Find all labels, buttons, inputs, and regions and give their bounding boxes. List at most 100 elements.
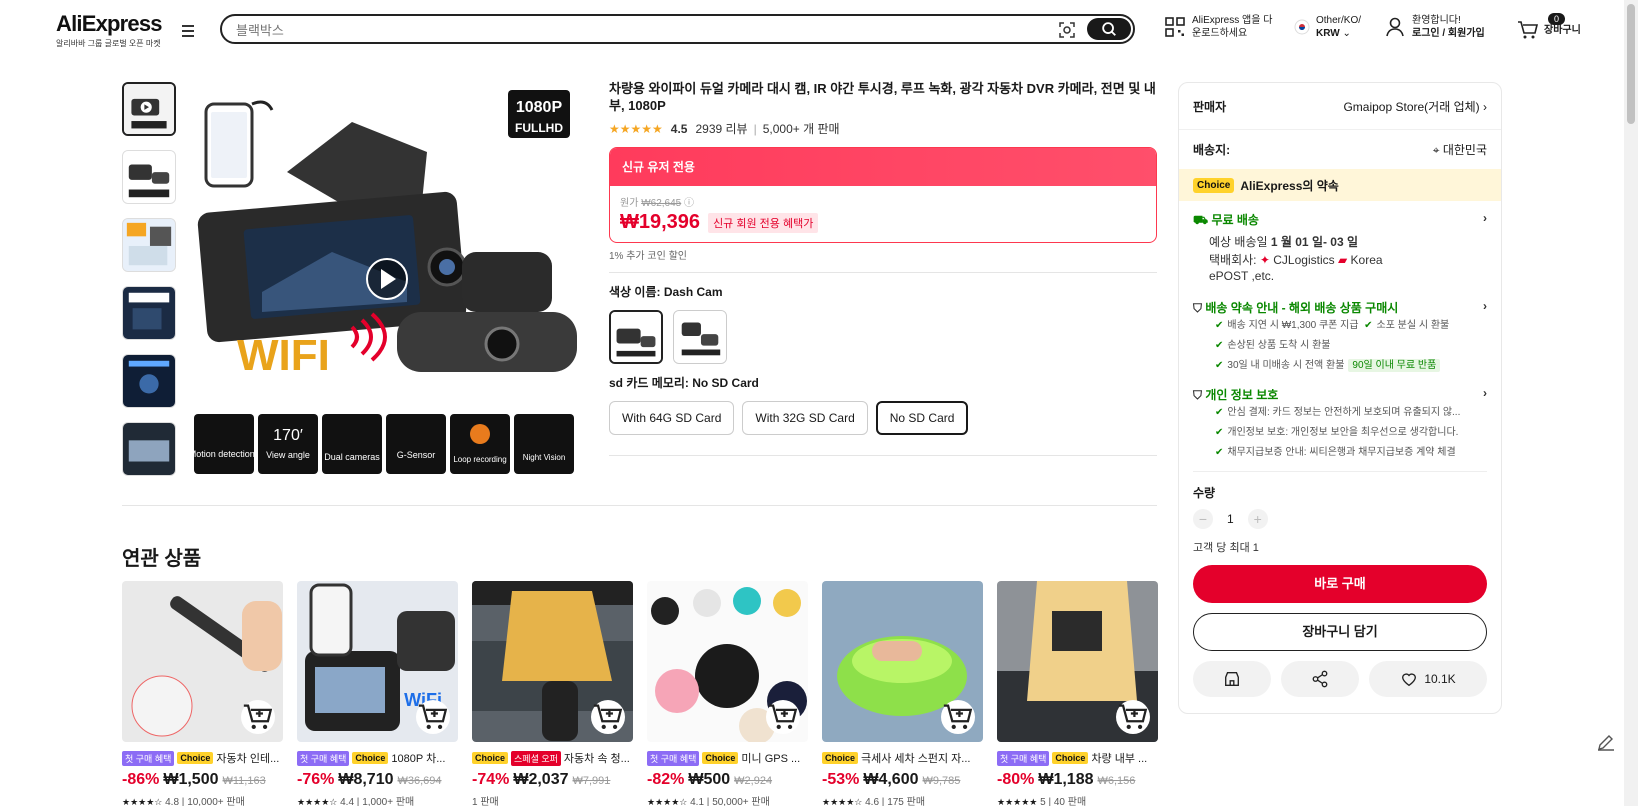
feature-night-vision: Night Vision bbox=[523, 453, 566, 462]
feature-loop-recording: Loop recording bbox=[453, 455, 506, 464]
related-product-name[interactable]: 자동차 인테... bbox=[216, 750, 279, 766]
promo-header: 신규 유저 전용 bbox=[610, 148, 1156, 186]
welcome-text: 환영합니다! bbox=[1412, 15, 1461, 26]
sd-option-none[interactable]: No SD Card bbox=[875, 401, 969, 435]
region-selector[interactable]: Other/KO/KRW ⌄ bbox=[1294, 14, 1361, 40]
sd-option-64g[interactable]: With 64G SD Card bbox=[609, 401, 735, 435]
privacy-item-2: 개인정보 보호: 개인정보 보안을 최우선으로 생각합니다. bbox=[1227, 427, 1459, 438]
store-button[interactable] bbox=[1193, 661, 1271, 697]
related-product-image[interactable] bbox=[822, 581, 983, 742]
ship-to-row[interactable]: 배송지: ⌖ 대한민국 bbox=[1179, 129, 1501, 169]
thumbnail-6[interactable] bbox=[122, 422, 176, 476]
seller-row[interactable]: 판매자 Gmaipop Store(거래 업체) › bbox=[1179, 83, 1501, 129]
original-price-row: 원가 ₩62,645 ⓘ bbox=[620, 194, 1146, 209]
color-option-label: 색상 이름: Dash Cam bbox=[609, 285, 723, 299]
product-tag: 첫 구매 혜택 bbox=[297, 750, 350, 766]
main-product-image[interactable]: 1080P FULLHD WIFI Motion detections 170′… bbox=[192, 82, 588, 478]
share-button[interactable] bbox=[1281, 661, 1359, 697]
product-tag: Choice bbox=[1052, 752, 1089, 764]
related-product-name[interactable]: 자동차 속 청... bbox=[564, 750, 630, 766]
check-icon: ✔ bbox=[1215, 340, 1224, 351]
related-original-price: ₩2,924 bbox=[734, 775, 773, 787]
shield-clock-icon: ⛉ bbox=[1193, 301, 1203, 315]
related-product-card[interactable]: Choice 극세사 세차 스펀지 자... -53% ₩4,600 ₩9,785… bbox=[822, 581, 983, 806]
related-product-price: ₩8,710 bbox=[338, 771, 394, 788]
product-tag: 첫 구매 혜택 bbox=[997, 750, 1050, 766]
aliexpress-logo[interactable]: AliExpress 알리바바 그룹 글로벌 오픈 마켓 bbox=[56, 11, 163, 49]
add-to-cart-button[interactable] bbox=[591, 700, 625, 734]
app-download[interactable]: AliExpress 앱을 다 운로드하세요 bbox=[1164, 14, 1272, 40]
buy-now-button[interactable]: 바로 구매 bbox=[1193, 565, 1487, 603]
feature-view-angle: View angle bbox=[266, 450, 310, 460]
free-shipping-section[interactable]: ⛟ 무료 배송 › 예상 배송일 1 월 01 일- 03 일 택배회사: ✦ C… bbox=[1179, 211, 1501, 285]
review-count[interactable]: 2939 리뷰 bbox=[695, 120, 747, 137]
delivery-promise-section[interactable]: ⛉ 배송 약속 안내 - 해외 배송 상품 구매시 › ✔ 배송 지연 시 ₩1,3… bbox=[1179, 299, 1501, 376]
account-menu[interactable]: 환영합니다! 로그인 / 회원가입 bbox=[1384, 14, 1485, 40]
card-sold: 1 판매 bbox=[472, 797, 499, 806]
rating-row[interactable]: ★★★★★ 4.5 2939 리뷰 | 5,000+ 개 판매 bbox=[609, 120, 1157, 137]
related-product-image[interactable]: WiFi bbox=[297, 581, 458, 742]
add-to-cart-button[interactable] bbox=[241, 700, 275, 734]
thumbnail-4[interactable] bbox=[122, 286, 176, 340]
wishlist-button[interactable]: 10.1K bbox=[1369, 661, 1487, 697]
related-product-image[interactable] bbox=[997, 581, 1158, 742]
qty-increase-button[interactable]: + bbox=[1247, 509, 1268, 529]
choice-promise-text: AliExpress의 약속 bbox=[1240, 178, 1339, 193]
app-line-1: AliExpress 앱을 다 bbox=[1192, 15, 1273, 26]
chevron-right-icon: › bbox=[1483, 211, 1487, 225]
add-to-cart-button[interactable] bbox=[766, 700, 800, 734]
quantity-stepper: − 1 + bbox=[1179, 509, 1501, 529]
sd-option-32g[interactable]: With 32G SD Card bbox=[742, 401, 868, 435]
qty-value[interactable]: 1 bbox=[1227, 512, 1234, 526]
related-original-price: ₩7,991 bbox=[572, 775, 611, 787]
scrollbar-thumb[interactable] bbox=[1627, 4, 1635, 124]
seller-name[interactable]: Gmaipop Store(거래 업체) bbox=[1343, 100, 1479, 114]
feature-angle-value: 170′ bbox=[273, 427, 303, 444]
add-to-cart-button[interactable] bbox=[416, 700, 450, 734]
add-to-cart-button[interactable] bbox=[1116, 700, 1150, 734]
user-icon bbox=[1386, 17, 1404, 37]
info-icon[interactable]: ⓘ bbox=[684, 198, 694, 209]
page-scrollbar[interactable] bbox=[1624, 0, 1638, 806]
privacy-item-1: 안심 결제: 카드 정보는 안전하게 보호되며 유출되지 않... bbox=[1227, 407, 1461, 418]
related-product-card[interactable]: WiFi 첫 구매 혜택 Choice 1080P 차... -76% ₩8,710… bbox=[297, 581, 458, 806]
add-to-cart-button[interactable] bbox=[941, 700, 975, 734]
related-product-name[interactable]: 미니 GPS ... bbox=[741, 750, 800, 766]
qty-decrease-button[interactable]: − bbox=[1193, 509, 1213, 529]
thumbnail-list bbox=[122, 82, 180, 478]
swatch-dash-cam[interactable] bbox=[609, 310, 663, 364]
thumbnail-3[interactable] bbox=[122, 218, 176, 272]
related-product-card[interactable]: 첫 구매 혜택 Choice 미니 GPS ... -82% ₩500 ₩2,924… bbox=[647, 581, 808, 806]
related-original-price: ₩36,694 bbox=[397, 775, 442, 787]
truck-icon: ⛟ bbox=[1193, 213, 1209, 227]
related-product-name[interactable]: 극세사 세차 스펀지 자... bbox=[861, 750, 970, 766]
logo-text: AliExpress bbox=[56, 11, 163, 36]
thumbnail-1[interactable] bbox=[122, 82, 176, 136]
related-product-name[interactable]: 차량 내부 ... bbox=[1091, 750, 1147, 766]
thumbnail-5[interactable] bbox=[122, 354, 176, 408]
related-product-name[interactable]: 1080P 차... bbox=[391, 750, 445, 766]
edit-pencil-icon[interactable] bbox=[1594, 730, 1618, 754]
related-product-image[interactable] bbox=[647, 581, 808, 742]
search-bar bbox=[220, 14, 1135, 44]
related-product-card[interactable]: 첫 구매 혜택 Choice 차량 내부 ... -80% ₩1,188 ₩6,15… bbox=[997, 581, 1158, 806]
related-product-image[interactable] bbox=[472, 581, 633, 742]
add-to-cart-button[interactable]: 장바구니 담기 bbox=[1193, 613, 1487, 651]
image-search-icon[interactable] bbox=[1057, 20, 1077, 40]
cart-plus-icon bbox=[768, 704, 798, 730]
search-button[interactable] bbox=[1087, 18, 1131, 40]
privacy-section[interactable]: ⛉ 개인 정보 보호 › ✔ 안심 결제: 카드 정보는 안전하게 보호되며 유출되… bbox=[1179, 386, 1501, 463]
related-product-card[interactable]: 첫 구매 혜택 Choice 자동차 인테... -86% ₩1,500 ₩11,1… bbox=[122, 581, 283, 806]
swatch-option-2[interactable] bbox=[673, 310, 727, 364]
free-shipping-title: 무료 배송 bbox=[1211, 213, 1259, 227]
orig-label: 원가 bbox=[620, 198, 639, 209]
search-input[interactable] bbox=[236, 20, 1036, 40]
rating-value: 4.5 bbox=[670, 121, 688, 136]
related-product-image[interactable] bbox=[122, 581, 283, 742]
wishlist-count: 10.1K bbox=[1424, 672, 1456, 686]
hamburger-menu-icon[interactable] bbox=[180, 22, 196, 38]
thumbnail-2[interactable] bbox=[122, 150, 176, 204]
login-signup-link[interactable]: 로그인 / 회원가입 bbox=[1412, 28, 1485, 39]
related-product-card[interactable]: Choice 스페셜 오퍼 자동차 속 청... -74% ₩2,037 ₩7,99… bbox=[472, 581, 633, 806]
promise-item-3: 손상된 상품 도착 시 환불 bbox=[1227, 340, 1331, 351]
